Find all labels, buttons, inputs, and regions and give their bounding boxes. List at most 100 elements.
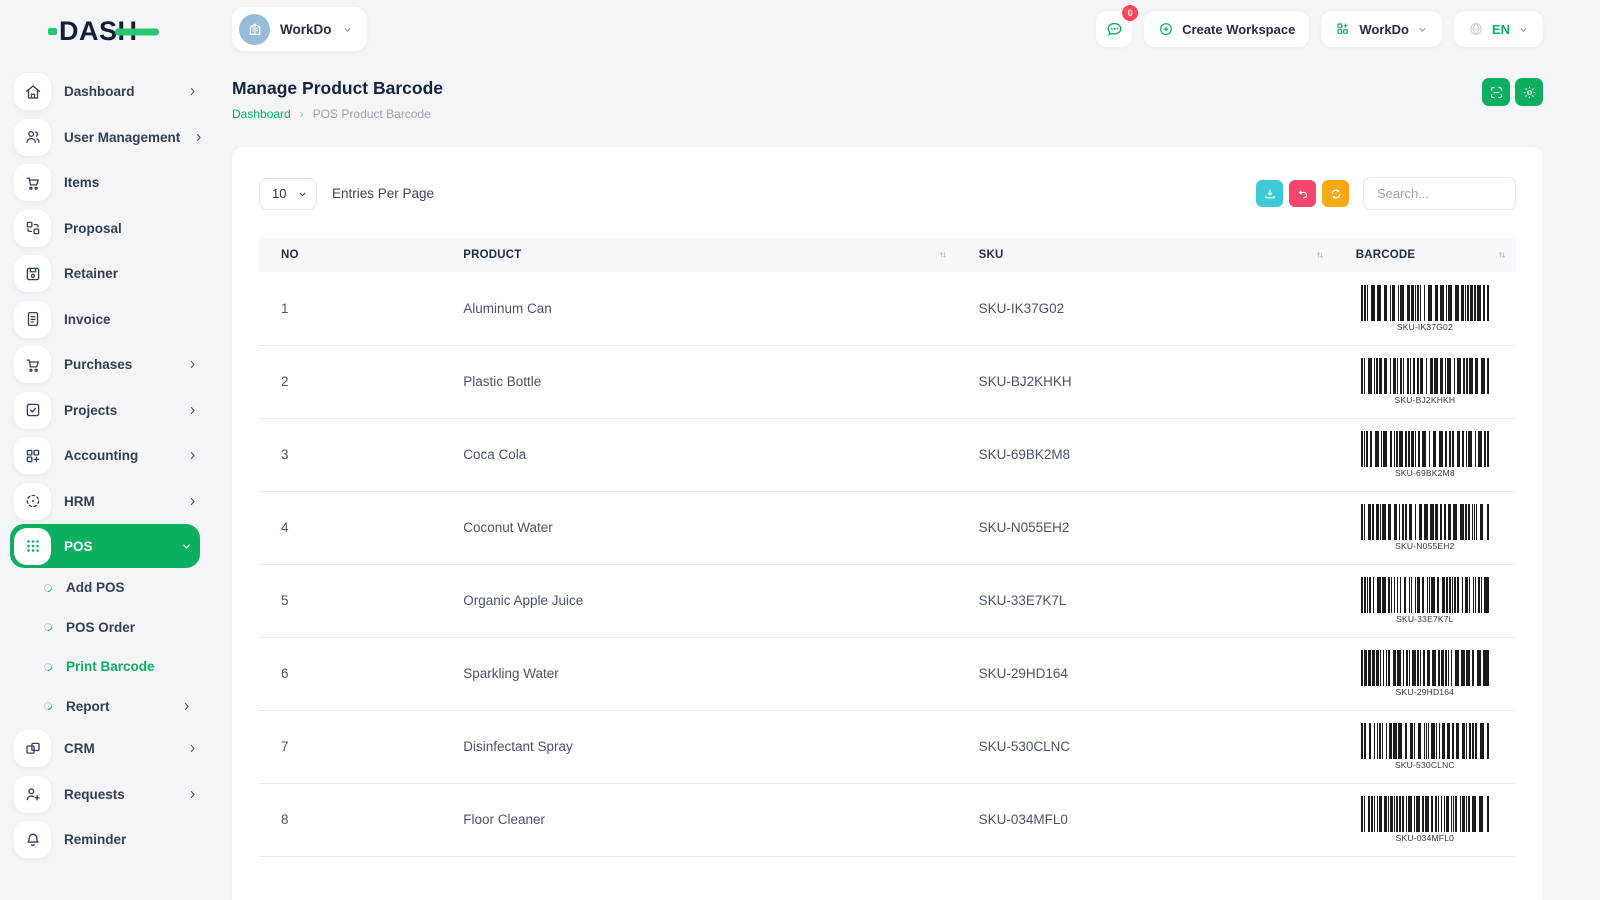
sidebar-item-accounting[interactable]: Accounting bbox=[14, 433, 198, 479]
sidebar-item-pos[interactable]: POS bbox=[10, 524, 200, 568]
sidebar-item-label: POS bbox=[64, 539, 168, 554]
cart-icon bbox=[14, 164, 51, 201]
chevron-down-icon bbox=[1518, 24, 1529, 35]
cell-sku: SKU-IK37G02 bbox=[957, 272, 1334, 345]
main-area: WorkDo 0 Create Workspace WorkDo bbox=[210, 0, 1600, 900]
create-workspace-button[interactable]: Create Workspace bbox=[1144, 11, 1309, 47]
dot-icon bbox=[42, 701, 53, 712]
globe-icon bbox=[1468, 21, 1484, 37]
chevron-right-icon bbox=[187, 789, 198, 800]
breadcrumb-dashboard-link[interactable]: Dashboard bbox=[232, 107, 291, 121]
workspace-avatar bbox=[239, 14, 270, 45]
barcode-image: SKU-29HD164 bbox=[1361, 650, 1489, 697]
cell-barcode: SKU-530CLNC bbox=[1334, 710, 1516, 783]
cell-barcode: SKU-IK37G02 bbox=[1334, 272, 1516, 345]
cell-no: 6 bbox=[259, 637, 441, 710]
sidebar-subitem-label: Add POS bbox=[66, 580, 198, 595]
barcode-label: SKU-530CLNC bbox=[1395, 760, 1455, 770]
sidebar-item-label: Proposal bbox=[64, 221, 198, 236]
sidebar-item-items[interactable]: Items bbox=[14, 160, 198, 206]
entries-per-page-select[interactable]: 10 bbox=[259, 178, 317, 210]
language-code: EN bbox=[1492, 22, 1510, 37]
sidebar-subitem-add-pos[interactable]: Add POS bbox=[14, 568, 198, 608]
reset-button[interactable] bbox=[1289, 180, 1316, 207]
search-input[interactable] bbox=[1363, 177, 1516, 210]
cell-sku: SKU-29HD164 bbox=[957, 637, 1334, 710]
barcode-label: SKU-BJ2KHKH bbox=[1394, 395, 1455, 405]
sidebar-item-label: Projects bbox=[64, 403, 174, 418]
sidebar-item-user-management[interactable]: User Management bbox=[14, 115, 198, 161]
chevron-right-icon bbox=[187, 496, 198, 507]
retainer-icon bbox=[14, 255, 51, 292]
column-header-no: NO bbox=[259, 238, 441, 272]
sort-icon[interactable] bbox=[1314, 249, 1326, 261]
sidebar-item-requests[interactable]: Requests bbox=[14, 772, 198, 818]
sidebar-subitem-report[interactable]: Report bbox=[14, 687, 198, 727]
sort-icon[interactable] bbox=[1496, 249, 1508, 261]
accounting-icon bbox=[14, 437, 51, 474]
download-icon bbox=[1263, 187, 1277, 201]
undo-icon bbox=[1296, 187, 1310, 201]
sidebar-item-crm[interactable]: CRM bbox=[14, 726, 198, 772]
column-header-product[interactable]: PRODUCT bbox=[441, 238, 956, 272]
dash-logo: DASH bbox=[48, 18, 210, 45]
refresh-button[interactable] bbox=[1322, 180, 1349, 207]
barcode-label: SKU-N055EH2 bbox=[1395, 541, 1454, 551]
plus-circle-icon bbox=[1158, 21, 1174, 37]
sidebar-item-label: HRM bbox=[64, 494, 174, 509]
chevron-down-icon bbox=[342, 24, 353, 35]
cell-product: Disinfectant Spray bbox=[441, 710, 956, 783]
workspace-switcher[interactable]: WorkDo bbox=[232, 7, 367, 51]
breadcrumb-current: POS Product Barcode bbox=[313, 107, 431, 121]
sidebar-subitem-label: Report bbox=[66, 699, 167, 714]
sort-icon[interactable] bbox=[937, 249, 949, 261]
cell-barcode: SKU-BJ2KHKH bbox=[1334, 345, 1516, 418]
barcode-scan-button[interactable] bbox=[1482, 78, 1510, 106]
chevron-right-icon: › bbox=[300, 108, 304, 120]
chevron-right-icon bbox=[187, 743, 198, 754]
sidebar-item-projects[interactable]: Projects bbox=[14, 388, 198, 434]
messages-button[interactable]: 0 bbox=[1096, 11, 1132, 47]
table-row: 4Coconut WaterSKU-N055EH2SKU-N055EH2 bbox=[259, 491, 1516, 564]
export-button[interactable] bbox=[1256, 180, 1283, 207]
home-icon bbox=[14, 73, 51, 110]
table-header-row: NOPRODUCTSKUBARCODE bbox=[259, 238, 1516, 272]
column-header-barcode[interactable]: BARCODE bbox=[1334, 238, 1516, 272]
sidebar-item-retainer[interactable]: Retainer bbox=[14, 251, 198, 297]
barcode-image: SKU-530CLNC bbox=[1361, 723, 1489, 770]
cell-barcode: SKU-69BK2M8 bbox=[1334, 418, 1516, 491]
table-row: 5Organic Apple JuiceSKU-33E7K7LSKU-33E7K… bbox=[259, 564, 1516, 637]
page-actions bbox=[1482, 78, 1543, 106]
bell-icon bbox=[14, 821, 51, 858]
sidebar-item-proposal[interactable]: Proposal bbox=[14, 206, 198, 252]
dot-icon bbox=[42, 582, 53, 593]
workdo-menu-button[interactable]: WorkDo bbox=[1321, 11, 1442, 47]
sidebar-subitem-print-barcode[interactable]: Print Barcode bbox=[14, 647, 198, 687]
cell-sku: SKU-034MFL0 bbox=[957, 783, 1334, 856]
user-plus-icon bbox=[14, 776, 51, 813]
building-icon bbox=[247, 21, 263, 37]
sidebar-item-purchases[interactable]: Purchases bbox=[14, 342, 198, 388]
breadcrumb: Dashboard › POS Product Barcode bbox=[232, 107, 443, 121]
sidebar-item-label: User Management bbox=[64, 130, 180, 145]
barcode-image: SKU-33E7K7L bbox=[1361, 577, 1489, 624]
sidebar-item-dashboard[interactable]: Dashboard bbox=[14, 69, 198, 115]
sidebar-item-hrm[interactable]: HRM bbox=[14, 479, 198, 525]
barcode-image: SKU-69BK2M8 bbox=[1361, 431, 1489, 478]
sidebar-item-label: Dashboard bbox=[64, 84, 174, 99]
settings-button[interactable] bbox=[1515, 78, 1543, 106]
cell-no: 4 bbox=[259, 491, 441, 564]
proposal-icon bbox=[14, 210, 51, 247]
language-selector[interactable]: EN bbox=[1454, 11, 1543, 47]
sidebar-subitem-pos-order[interactable]: POS Order bbox=[14, 608, 198, 648]
column-header-sku[interactable]: SKU bbox=[957, 238, 1334, 272]
table-row: 6Sparkling WaterSKU-29HD164SKU-29HD164 bbox=[259, 637, 1516, 710]
cell-barcode: SKU-33E7K7L bbox=[1334, 564, 1516, 637]
sidebar-item-invoice[interactable]: Invoice bbox=[14, 297, 198, 343]
chevron-right-icon bbox=[193, 132, 204, 143]
logo-text-h: H bbox=[118, 18, 138, 45]
cell-product: Coconut Water bbox=[441, 491, 956, 564]
sidebar-item-reminder[interactable]: Reminder bbox=[14, 817, 198, 863]
cell-product: Aluminum Can bbox=[441, 272, 956, 345]
sidebar-item-label: Retainer bbox=[64, 266, 198, 281]
